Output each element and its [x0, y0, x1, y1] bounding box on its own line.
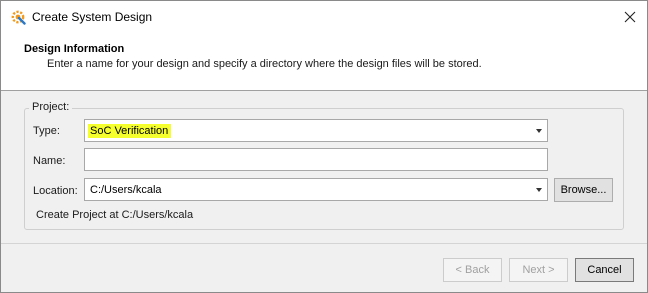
browse-button[interactable]: Browse...	[554, 178, 613, 202]
close-icon	[624, 11, 636, 23]
location-dropdown[interactable]: C:/Users/kcala	[84, 178, 548, 201]
footer-divider	[1, 243, 647, 244]
header-divider	[1, 90, 647, 91]
chevron-down-icon	[536, 129, 542, 133]
type-dropdown[interactable]: SoC Verification	[84, 119, 548, 142]
header-title: Design Information	[24, 43, 125, 55]
gear-wrench-icon	[10, 9, 26, 25]
name-label: Name:	[33, 155, 66, 167]
back-button[interactable]: < Back	[443, 258, 502, 282]
header-description: Enter a name for your design and specify…	[47, 58, 482, 70]
project-group-legend: Project:	[29, 101, 73, 113]
next-button[interactable]: Next >	[509, 258, 568, 282]
type-dropdown-value: SoC Verification	[88, 124, 172, 138]
location-label: Location:	[33, 185, 78, 197]
type-label: Type:	[33, 125, 60, 137]
create-project-at-text: Create Project at C:/Users/kcala	[36, 209, 194, 221]
close-button[interactable]	[613, 1, 647, 33]
name-input[interactable]	[84, 148, 548, 171]
window-title: Create System Design	[32, 10, 153, 24]
location-dropdown-value: C:/Users/kcala	[90, 184, 162, 196]
chevron-down-icon	[536, 188, 542, 192]
title-bar[interactable]: Create System Design	[1, 1, 647, 33]
cancel-button[interactable]: Cancel	[575, 258, 634, 282]
dialog-window: Create System Design Design Information …	[0, 0, 648, 293]
dialog-header: Design Information Enter a name for your…	[1, 33, 647, 90]
